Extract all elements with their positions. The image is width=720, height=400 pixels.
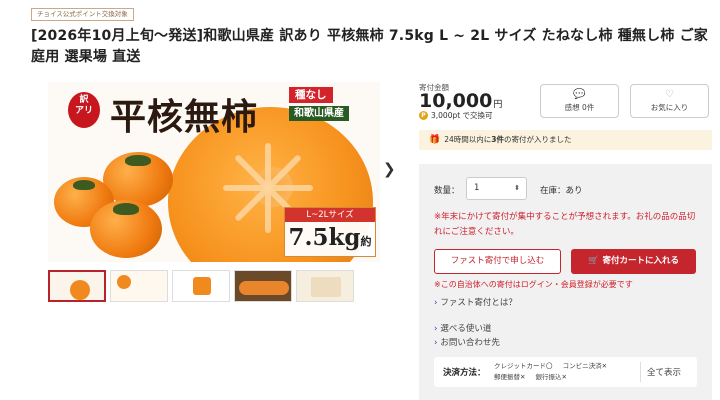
payment-methods-list: クレジットカード〇 コンビニ決済✕ 郵便振替✕ 銀行振込✕	[494, 361, 644, 383]
heart-icon: ♡	[665, 89, 674, 100]
payment-method: クレジットカード〇	[494, 362, 553, 370]
next-image-arrow-icon[interactable]: ❯	[383, 160, 396, 178]
chevron-right-icon: ›	[434, 338, 438, 348]
payment-label: 決済方法：	[443, 368, 486, 378]
product-name-overlay: 平核無柿	[110, 96, 259, 138]
payment-method: 銀行振込✕	[535, 373, 567, 381]
region-tag: 和歌山県産	[289, 106, 349, 121]
chevron-right-icon: ›	[434, 298, 438, 308]
contact-link[interactable]: › お問い合わせ先	[434, 336, 500, 348]
thumbnail-2[interactable]	[110, 270, 168, 302]
recent-donations-banner: 🎁 24時間以内に3件の寄付が入りました	[419, 130, 712, 150]
thumbnail-strip	[48, 270, 354, 302]
stock-status: 在庫：あり	[540, 186, 583, 196]
size-label: L~2Lサイズ	[285, 208, 375, 222]
weight-label: 7.5kg約	[288, 224, 372, 251]
divider	[640, 362, 641, 382]
payment-method: コンビニ決済✕	[562, 362, 608, 370]
thumbnail-4[interactable]	[234, 270, 292, 302]
impression-button[interactable]: 💬 感想 0件	[540, 84, 619, 118]
cart-icon: 🛒	[587, 256, 599, 266]
points-icon: P	[419, 111, 428, 120]
persimmon-segment	[265, 188, 271, 233]
page-title: [2026年10月上旬～発送]和歌山県産 訳あり 平核無柿 7.5kg L ~ …	[31, 28, 709, 65]
size-weight-label: L~2Lサイズ 7.5kg約	[284, 207, 376, 257]
whole-persimmon-image	[90, 200, 162, 258]
favorite-button[interactable]: ♡ お気に入り	[630, 84, 709, 118]
updown-chevron-icon: ⬍	[514, 184, 520, 192]
quantity-label: 数量：	[434, 186, 460, 196]
thumbnail-3[interactable]	[172, 270, 230, 302]
fast-donation-info-link[interactable]: › ファスト寄付とは？	[434, 296, 517, 308]
quantity-select[interactable]: 1 ⬍	[466, 177, 527, 200]
points-info: P 3,000pt で交換可	[419, 110, 493, 121]
payment-method: 郵便振替✕	[494, 373, 526, 381]
chevron-right-icon: ›	[434, 324, 438, 334]
donation-amount: 10,000円	[419, 90, 503, 112]
gift-icon: 🎁	[429, 135, 441, 145]
wake-ari-badge: 訳アリ	[68, 92, 100, 128]
speech-bubble-icon: 💬	[573, 89, 586, 100]
fast-donation-button[interactable]: ファスト寄付で申し込む	[434, 249, 561, 274]
year-end-notice: ※年末にかけて寄付が集中することが予想されます。お礼の品の品切れにご注意ください…	[434, 212, 696, 237]
thumbnail-5[interactable]	[296, 270, 354, 302]
show-all-payments-link[interactable]: 全て表示	[647, 366, 681, 378]
product-main-image[interactable]: 訳アリ 平核無柿 種なし 和歌山県産 L~2Lサイズ 7.5kg約	[48, 82, 380, 262]
seedless-tag: 種なし	[289, 87, 333, 103]
add-to-cart-button[interactable]: 🛒 寄付カートに入れる	[571, 249, 696, 274]
payment-methods-box: 決済方法： クレジットカード〇 コンビニ決済✕ 郵便振替✕ 銀行振込✕ 全て表示	[434, 357, 697, 387]
login-required-note: ※この自治体への寄付はログイン・会員登録が必要です	[434, 280, 633, 289]
order-panel: 数量： 1 ⬍ 在庫：あり ※年末にかけて寄付が集中することが予想されます。お礼…	[419, 164, 712, 400]
point-exchange-badge: チョイス公式ポイント交換対象	[31, 8, 134, 21]
thumbnail-1[interactable]	[48, 270, 106, 302]
usage-link[interactable]: › 選べる使い道	[434, 322, 491, 334]
